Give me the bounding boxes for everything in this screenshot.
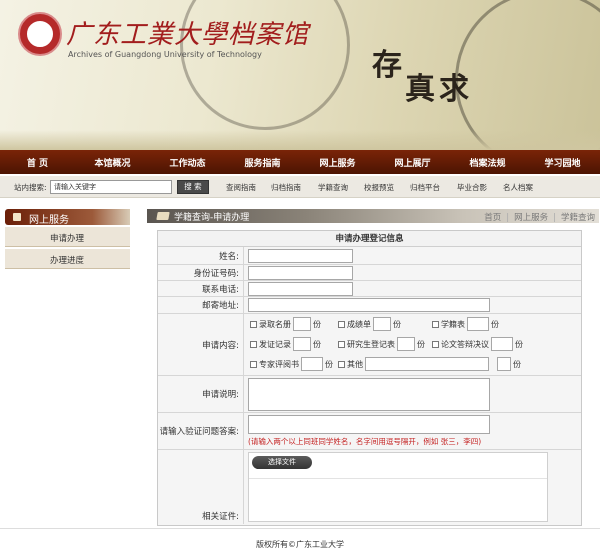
nav-item-online-service[interactable]: 网上服务: [300, 156, 375, 169]
checkbox[interactable]: [250, 340, 257, 348]
checkbox[interactable]: [338, 320, 345, 328]
banner-slogan-bottom: 真求: [405, 72, 473, 107]
copies-field[interactable]: [293, 317, 311, 331]
form-row-phone: 联系电话:: [158, 281, 581, 297]
nav-item-online-exhibition[interactable]: 网上展厅: [375, 156, 450, 169]
breadcrumb-student-record[interactable]: 学籍查询: [561, 213, 595, 223]
verify-hint: (请输入两个以上同班同学姓名，名字间用逗号隔开，例如 张三，李四): [248, 437, 482, 446]
checkbox[interactable]: [338, 360, 345, 368]
quick-link-archive-platform[interactable]: 归档平台: [410, 182, 440, 193]
nav-item-regulations[interactable]: 档案法规: [450, 156, 525, 169]
verify-label: 请输入验证问题答案:: [158, 413, 244, 449]
verify-answer-field[interactable]: [248, 415, 490, 434]
checkbox[interactable]: [432, 340, 439, 348]
university-name-cn: 广东工業大學档案馆: [66, 20, 310, 50]
id-number-field[interactable]: [248, 266, 353, 280]
quick-link-newspaper[interactable]: 校报预览: [364, 182, 394, 193]
header-banner: 广东工業大學档案馆 Archives of Guangdong Universi…: [0, 0, 600, 150]
university-name-en: Archives of Guangdong University of Tech…: [68, 50, 262, 59]
upload-area: 选择文件: [248, 452, 548, 522]
sidebar-title: 网上服务: [29, 215, 69, 226]
id-number-label: 身份证号码:: [158, 265, 244, 280]
application-form: 申请办理登记信息 姓名: 身份证号码: 联系电话: 邮寄地址: 申请内容: 录取…: [157, 230, 582, 526]
footer: 版权所有©广东工业大学: [0, 528, 600, 559]
book-icon: [156, 212, 170, 220]
university-logo: [18, 12, 62, 56]
breadcrumb: 首页 | 网上服务 | 学籍查询: [484, 213, 595, 223]
sidebar-item-label: 申请办理: [50, 234, 85, 244]
form-row-name: 姓名:: [158, 247, 581, 265]
address-label: 邮寄地址:: [158, 297, 244, 313]
checkbox[interactable]: [432, 320, 439, 328]
option-other: 其他份: [338, 357, 521, 371]
option-expert-review: 专家评阅书份: [250, 357, 333, 371]
copies-field[interactable]: [491, 337, 513, 351]
content-header: 学籍查询-申请办理 首页 | 网上服务 | 学籍查询: [147, 209, 599, 223]
quick-link-archive-guide[interactable]: 归档指南: [271, 182, 301, 193]
upload-preview: [249, 478, 547, 522]
quick-link-student-record[interactable]: 学籍查询: [318, 182, 348, 193]
option-graduate-registration: 研究生登记表份: [338, 337, 425, 351]
copies-field[interactable]: [497, 357, 511, 371]
checkbox[interactable]: [338, 340, 345, 348]
phone-field[interactable]: [248, 282, 353, 296]
search-input[interactable]: [50, 180, 172, 194]
nav-item-home[interactable]: 首 页: [0, 156, 75, 169]
form-row-id: 身份证号码:: [158, 265, 581, 281]
breadcrumb-online-service[interactable]: 网上服务: [514, 213, 548, 223]
sidebar-item-apply[interactable]: 申请办理: [5, 227, 130, 247]
name-field[interactable]: [248, 249, 353, 263]
search-button[interactable]: 搜 索: [177, 180, 209, 194]
other-description-field[interactable]: [365, 357, 489, 371]
quick-link-celebrity-archive[interactable]: 名人档案: [503, 182, 533, 193]
banner-slogan-top: 存: [372, 48, 402, 83]
form-row-attachments: 相关证件: 选择文件: [158, 450, 581, 524]
form-row-verify: 请输入验证问题答案: (请输入两个以上同班同学姓名，名字间用逗号隔开，例如 张三…: [158, 413, 581, 450]
search-bar: 站内搜索: 搜 索 查阅指南 归档指南 学籍查询 校报预览 归档平台 毕业合影 …: [0, 176, 600, 198]
copyright-text: 版权所有©广东工业大学: [256, 540, 344, 549]
option-thesis-defense: 论文答辩决议份: [432, 337, 523, 351]
nav-item-about[interactable]: 本馆概况: [75, 156, 150, 169]
description-label: 申请说明:: [158, 376, 244, 412]
phone-label: 联系电话:: [158, 281, 244, 296]
page-title: 学籍查询-申请办理: [174, 213, 250, 223]
form-title: 申请办理登记信息: [158, 231, 581, 247]
nav-item-news[interactable]: 工作动态: [150, 156, 225, 169]
name-label: 姓名:: [158, 247, 244, 264]
copies-field[interactable]: [293, 337, 311, 351]
copies-field[interactable]: [467, 317, 489, 331]
bicycle-wheel-graphic: [455, 0, 600, 150]
quick-link-graduation-photo[interactable]: 毕业合影: [457, 182, 487, 193]
form-row-content: 申请内容: 录取名册份 成绩单份 学籍表份 发证记录份 研究生登记表份 论文答辩…: [158, 314, 581, 376]
form-row-address: 邮寄地址:: [158, 297, 581, 314]
sidebar-item-label: 办理进度: [50, 256, 85, 266]
copies-field[interactable]: [373, 317, 391, 331]
checkbox[interactable]: [250, 360, 257, 368]
option-student-record: 学籍表份: [432, 317, 499, 331]
search-label: 站内搜索:: [14, 183, 47, 192]
quick-link-consult-guide[interactable]: 查阅指南: [226, 182, 256, 193]
address-field[interactable]: [248, 298, 490, 312]
main-nav: 首 页 本馆概况 工作动态 服务指南 网上服务 网上展厅 档案法规 学习园地: [0, 150, 600, 174]
choose-file-button[interactable]: 选择文件: [252, 456, 312, 469]
option-admission-roster: 录取名册份: [250, 317, 321, 331]
nav-item-service-guide[interactable]: 服务指南: [225, 156, 300, 169]
content-label: 申请内容:: [158, 314, 244, 375]
sidebar-item-progress[interactable]: 办理进度: [5, 249, 130, 269]
form-row-description: 申请说明:: [158, 376, 581, 413]
attachments-label: 相关证件:: [158, 450, 244, 524]
copies-field[interactable]: [397, 337, 415, 351]
checkbox[interactable]: [250, 320, 257, 328]
option-transcript: 成绩单份: [338, 317, 401, 331]
sidebar-header: 网上服务: [5, 209, 130, 226]
copies-field[interactable]: [301, 357, 323, 371]
description-textarea[interactable]: [248, 378, 490, 411]
nav-item-learning[interactable]: 学习园地: [525, 156, 600, 169]
breadcrumb-home[interactable]: 首页: [484, 213, 501, 223]
option-certificate-record: 发证记录份: [250, 337, 321, 351]
folder-icon: [13, 213, 21, 221]
